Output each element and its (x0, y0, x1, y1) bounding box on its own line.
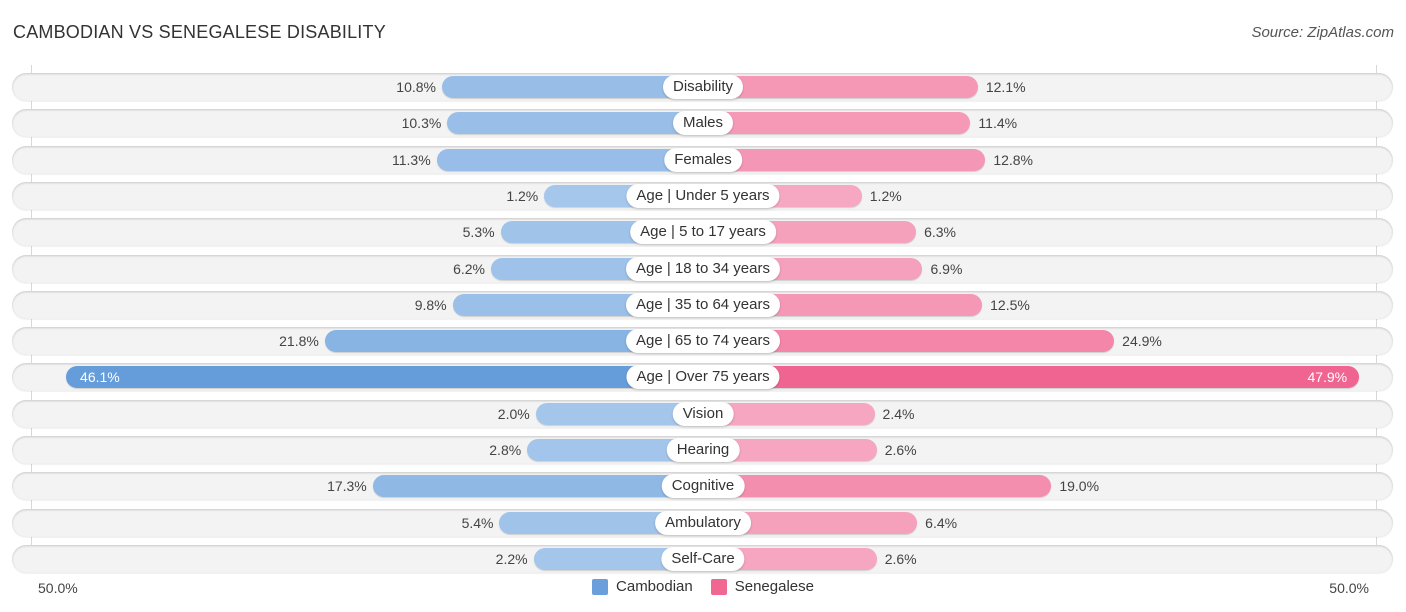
legend-label-senegalese: Senegalese (734, 578, 814, 595)
chart-row: Age | 5 to 17 years 5.3% 6.3% (12, 218, 1393, 247)
chart-row: Self-Care 2.2% 2.6% (12, 544, 1393, 573)
chart-row: Females 11.3% 12.8% (12, 145, 1393, 174)
value-label-senegalese: 12.8% (993, 151, 1034, 168)
value-label-senegalese: 2.4% (882, 405, 915, 422)
category-label: Vision (672, 401, 734, 426)
chart-row: Age | Under 5 years 1.2% 1.2% (12, 181, 1393, 210)
value-label-cambodian: 10.3% (401, 115, 442, 132)
bar-cambodian[interactable] (372, 475, 703, 498)
category-label: Age | Over 75 years (626, 365, 780, 390)
value-label-cambodian: 5.3% (462, 224, 495, 241)
value-label-cambodian: 2.8% (489, 442, 522, 458)
value-label-cambodian: 46.1% (80, 369, 120, 386)
value-label-senegalese: 6.4% (925, 514, 958, 531)
category-label: Ambulatory (655, 510, 751, 535)
value-label-cambodian: 6.2% (453, 260, 485, 277)
value-label-cambodian: 2.0% (497, 405, 530, 422)
category-label: Females (664, 147, 742, 172)
value-label-senegalese: 12.5% (990, 296, 1030, 313)
value-label-senegalese: 47.9% (1307, 369, 1348, 386)
legend-swatch-senegalese (710, 578, 727, 595)
value-label-cambodian: 5.4% (461, 514, 494, 531)
value-label-senegalese: 11.4% (978, 115, 1018, 132)
category-label: Age | Under 5 years (626, 183, 780, 208)
value-label-senegalese: 19.0% (1059, 478, 1100, 495)
legend-swatch-cambodian (592, 578, 609, 595)
value-label-cambodian: 11.3% (391, 151, 431, 168)
category-label: Self-Care (661, 546, 745, 571)
bar-cambodian[interactable] (66, 366, 703, 389)
bar-senegalese[interactable] (703, 366, 1360, 389)
category-label: Cognitive (661, 474, 745, 499)
bar-cambodian[interactable] (447, 112, 703, 135)
chart-row: Age | 65 to 74 years 21.8% 24.9% (12, 327, 1393, 356)
value-label-cambodian: 9.8% (414, 296, 447, 313)
value-label-senegalese: 6.3% (924, 224, 957, 241)
chart-row: Vision 2.0% 2.4% (12, 399, 1393, 428)
legend: Cambodian Senegalese (0, 578, 1406, 595)
bar-cambodian[interactable] (436, 148, 703, 171)
chart-row: Males 10.3% 11.4% (12, 109, 1393, 138)
bar-senegalese[interactable] (703, 148, 986, 171)
chart-row: Ambulatory 5.4% 6.4% (12, 508, 1393, 537)
bar-senegalese[interactable] (703, 475, 1052, 498)
value-label-cambodian: 21.8% (279, 333, 319, 350)
category-label: Age | 65 to 74 years (626, 329, 780, 354)
chart-row: Cognitive 17.3% 19.0% (12, 472, 1393, 501)
bar-senegalese[interactable] (703, 112, 971, 135)
legend-item-senegalese[interactable]: Senegalese (710, 578, 814, 595)
category-label: Age | 5 to 17 years (630, 220, 776, 245)
chart-row: Hearing 2.8% 2.6% (12, 436, 1393, 464)
category-label: Age | 18 to 34 years (626, 256, 780, 281)
value-label-senegalese: 2.6% (884, 442, 917, 458)
value-label-senegalese: 24.9% (1122, 333, 1162, 350)
value-label-senegalese: 2.6% (884, 550, 917, 567)
source-label: Source: ZipAtlas.com (1251, 24, 1394, 41)
chart-row: Disability 10.8% 12.1% (12, 73, 1393, 101)
value-label-cambodian: 1.2% (506, 187, 539, 204)
value-label-senegalese: 12.1% (985, 79, 1026, 95)
chart-row: Age | 18 to 34 years 6.2% 6.9% (12, 254, 1393, 283)
value-label-cambodian: 17.3% (327, 478, 367, 495)
legend-item-cambodian[interactable]: Cambodian (592, 578, 693, 595)
chart-row: Age | Over 75 years 46.1% 47.9% (12, 363, 1393, 392)
legend-label-cambodian: Cambodian (616, 578, 693, 595)
category-label: Age | 35 to 64 years (626, 292, 780, 317)
category-label: Hearing (666, 438, 740, 462)
category-label: Disability (662, 75, 744, 99)
value-label-cambodian: 2.2% (495, 550, 528, 567)
category-label: Males (672, 111, 734, 136)
value-label-senegalese: 1.2% (869, 187, 902, 204)
value-label-cambodian: 10.8% (396, 79, 436, 95)
value-label-senegalese: 6.9% (930, 260, 963, 277)
chart-row: Age | 35 to 64 years 9.8% 12.5% (12, 290, 1393, 319)
chart-title: CAMBODIAN VS SENEGALESE DISABILITY (13, 22, 386, 42)
bar-senegalese[interactable] (703, 76, 978, 98)
